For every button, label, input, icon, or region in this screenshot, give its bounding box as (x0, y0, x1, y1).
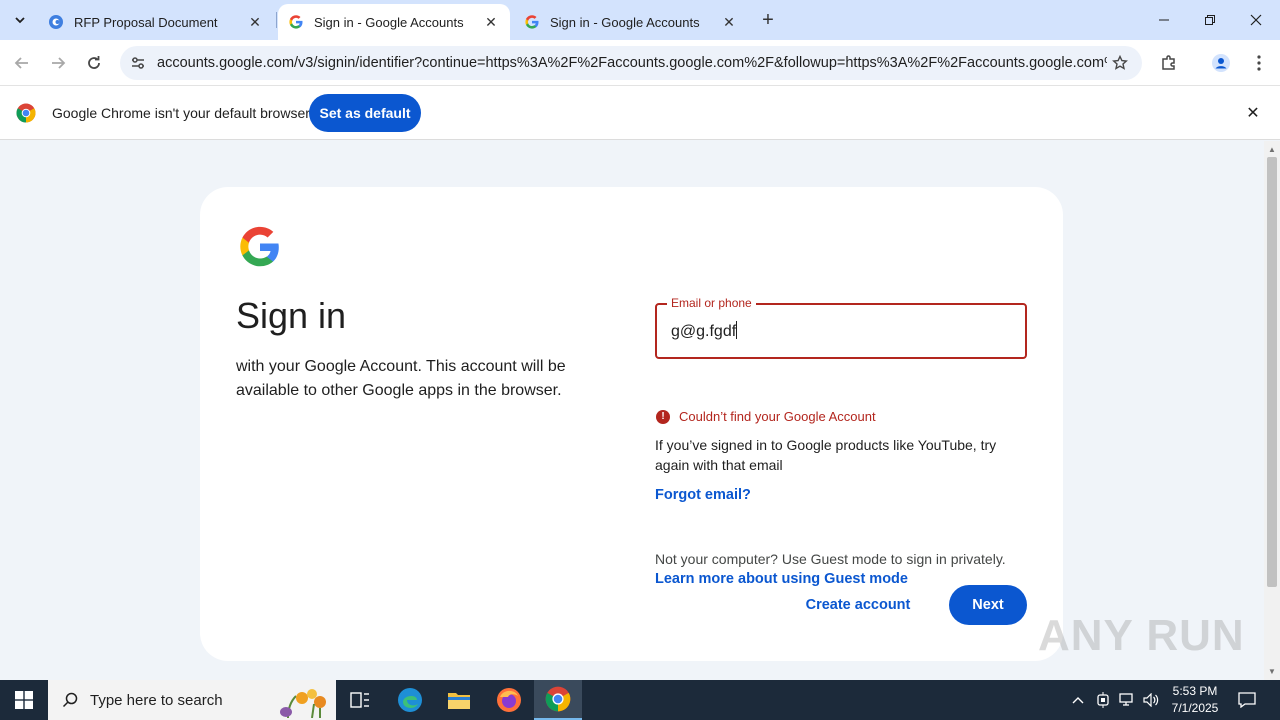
document-app-icon (48, 14, 64, 30)
error-text: Couldn’t find your Google Account (679, 409, 876, 424)
tab-separator (276, 12, 277, 28)
tab-title: Sign in - Google Accounts (550, 14, 700, 30)
signin-card: Sign in with your Google Account. This a… (200, 187, 1063, 661)
google-g-logo (240, 226, 279, 267)
tab-title: Sign in - Google Accounts (314, 14, 464, 30)
url-text[interactable]: accounts.google.com/v3/signin/identifier… (157, 55, 1107, 71)
create-account-button[interactable]: Create account (793, 585, 923, 625)
chrome-icon (545, 686, 571, 712)
close-icon (1250, 14, 1262, 26)
email-field-label: Email or phone (667, 296, 756, 310)
restore-icon (1205, 15, 1215, 25)
restore-button[interactable] (1187, 0, 1233, 40)
menu-button[interactable] (1246, 50, 1272, 76)
tray-overflow-icon[interactable] (1068, 690, 1088, 710)
forward-button[interactable] (45, 50, 71, 76)
arrow-right-icon (52, 57, 66, 69)
taskbar-edge[interactable] (386, 680, 434, 720)
signin-subtitle: with your Google Account. This account w… (236, 358, 566, 399)
back-button[interactable] (9, 50, 35, 76)
tab-search-button[interactable] (8, 8, 32, 32)
taskbar-chrome[interactable] (534, 680, 582, 720)
arrow-left-icon (14, 57, 28, 69)
tab-sign-in-2[interactable]: Sign in - Google Accounts ✕ (514, 4, 748, 40)
guest-mode-text: Not your computer? Use Guest mode to sig… (655, 551, 1006, 567)
task-view-button[interactable] (336, 680, 384, 720)
email-input-value: g@g.fgdf (671, 323, 737, 340)
page-content: Sign in with your Google Account. This a… (0, 141, 1264, 680)
close-window-button[interactable] (1233, 0, 1279, 40)
tab-title: RFP Proposal Document (74, 14, 218, 30)
page-title: Sign in (236, 295, 347, 336)
tab-rfp-proposal[interactable]: RFP Proposal Document ✕ (38, 4, 274, 40)
close-tab-icon[interactable]: ✕ (720, 13, 738, 31)
error-message: ! Couldn’t find your Google Account (656, 409, 876, 424)
google-favicon-icon (288, 14, 304, 30)
email-input[interactable]: g@g.fgdf (671, 321, 1011, 341)
email-field[interactable]: Email or phone g@g.fgdf (655, 296, 1027, 359)
close-tab-icon[interactable]: ✕ (482, 13, 500, 31)
signin-hint: If you’ve signed in to Google products l… (655, 437, 997, 473)
default-browser-infobar: Google Chrome isn't your default browser… (0, 86, 1280, 140)
scroll-down-icon[interactable]: ▼ (1267, 666, 1277, 676)
clock-date: 7/1/2025 (1171, 701, 1219, 715)
infobar-close-icon[interactable]: ✕ (1243, 103, 1263, 123)
firefox-icon (497, 688, 521, 712)
minimize-button[interactable] (1141, 0, 1187, 40)
notification-icon (1238, 692, 1256, 708)
task-view-icon (350, 692, 369, 708)
scroll-up-icon[interactable]: ▲ (1267, 144, 1277, 154)
page-scrollbar[interactable]: ▲ ▼ (1264, 141, 1280, 680)
google-favicon-icon (524, 14, 540, 30)
minimize-icon (1159, 19, 1169, 21)
taskbar-search-placeholder: Type here to search (90, 691, 223, 709)
forgot-email-link[interactable]: Forgot email? (655, 487, 751, 503)
clock-time: 5:53 PM (1172, 684, 1218, 698)
reload-button[interactable] (81, 50, 107, 76)
taskbar-search-box[interactable]: Type here to search (48, 680, 336, 720)
taskbar-firefox[interactable] (485, 680, 533, 720)
taskbar-clock[interactable]: 5:53 PM 7/1/2025 (1160, 683, 1230, 717)
error-icon: ! (656, 409, 670, 424)
infobar-message: Google Chrome isn't your default browser (52, 105, 310, 121)
network-icon[interactable] (1117, 690, 1137, 710)
windows-logo-icon (15, 691, 33, 709)
chrome-logo-icon (16, 103, 36, 123)
set-as-default-button[interactable]: Set as default (309, 94, 421, 132)
site-info-icon[interactable] (128, 53, 148, 73)
kebab-menu-icon (1257, 55, 1261, 71)
folder-icon (448, 693, 470, 709)
bookmark-star-icon[interactable] (1110, 53, 1130, 73)
search-icon (62, 692, 78, 708)
taskbar-file-explorer[interactable] (435, 680, 483, 720)
close-tab-icon[interactable]: ✕ (246, 13, 264, 31)
avatar-icon (1212, 54, 1230, 72)
puzzle-icon (1162, 55, 1175, 70)
text-caret (736, 321, 738, 339)
tab-strip: RFP Proposal Document ✕ Sign in - Google… (0, 0, 1280, 40)
chevron-down-icon (15, 17, 25, 24)
search-highlight-flowers-icon (280, 689, 326, 718)
windows-taskbar: Type here to search 5:53 PM 7/1/2025 (0, 680, 1280, 720)
extensions-button[interactable] (1156, 50, 1182, 76)
volume-icon[interactable] (1141, 690, 1161, 710)
anyrun-watermark: ANY RUN (1038, 611, 1245, 660)
address-bar[interactable]: accounts.google.com/v3/signin/identifier… (120, 46, 1142, 80)
browser-toolbar: accounts.google.com/v3/signin/identifier… (0, 40, 1280, 86)
scroll-thumb[interactable] (1267, 157, 1277, 587)
reload-icon (88, 56, 100, 69)
tab-sign-in-active[interactable]: Sign in - Google Accounts ✕ (278, 4, 510, 40)
next-button[interactable]: Next (949, 585, 1027, 625)
profile-button[interactable] (1208, 50, 1234, 76)
notification-center-button[interactable] (1236, 690, 1258, 710)
edge-icon (398, 688, 422, 712)
new-tab-button[interactable]: + (756, 8, 780, 32)
tray-device-icon[interactable] (1093, 690, 1113, 710)
start-button[interactable] (0, 680, 48, 720)
